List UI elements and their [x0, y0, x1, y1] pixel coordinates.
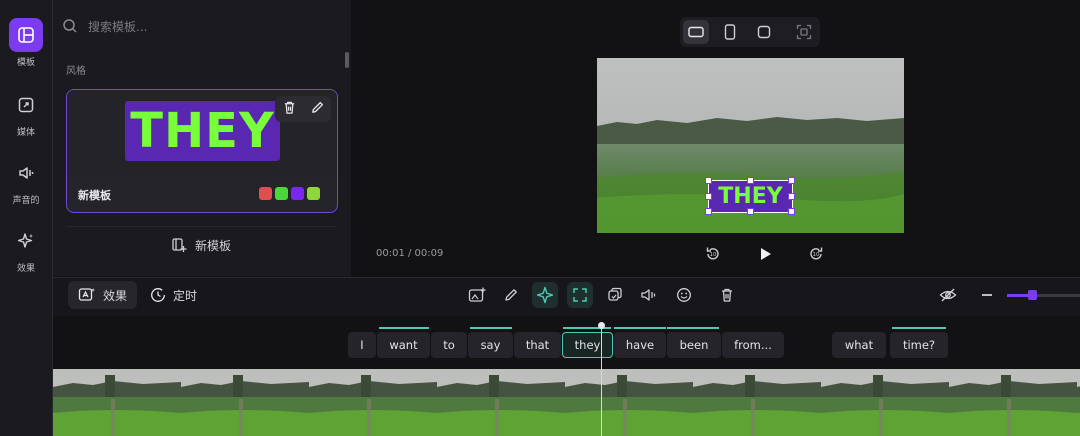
sidebar-item-label: 效果	[16, 264, 35, 274]
sidebar-item-audio[interactable]: 声音的	[0, 156, 52, 206]
tab-effects[interactable]: 效果	[68, 281, 138, 309]
playhead-handle[interactable]	[598, 322, 605, 329]
svg-text:10: 10	[710, 252, 717, 258]
panel-scrollbar[interactable]	[345, 52, 349, 68]
play-icon[interactable]	[753, 242, 777, 266]
tab-label: 定时	[173, 288, 198, 303]
edit-icon[interactable]	[310, 100, 325, 119]
template-preview-text: THEY	[130, 103, 275, 159]
new-template-icon	[172, 238, 187, 252]
word-highlight-line	[614, 327, 666, 329]
resize-handle[interactable]	[747, 177, 754, 184]
new-template-button[interactable]: 新模板	[66, 226, 336, 263]
delete-icon[interactable]	[282, 100, 297, 119]
word-chip[interactable]: have	[614, 332, 666, 358]
sidebar-item-label: 媒体	[16, 128, 35, 138]
video-filmstrip[interactable]	[53, 369, 1080, 436]
delete-icon[interactable]	[714, 282, 740, 308]
voice-icon[interactable]	[636, 282, 662, 308]
square-icon[interactable]	[751, 20, 777, 44]
template-preview: THEY	[67, 90, 337, 176]
resize-handle[interactable]	[747, 208, 754, 215]
word-chip[interactable]: been	[667, 332, 721, 358]
word-chip-selected[interactable]: they	[562, 332, 613, 358]
swatch-green	[275, 187, 288, 200]
left-sidebar: 模板 媒体 声音的 效果	[0, 0, 53, 436]
text-overlay[interactable]: THEY	[705, 177, 795, 215]
playhead[interactable]	[601, 322, 602, 436]
word-chip[interactable]: time?	[890, 332, 948, 358]
resize-handle[interactable]	[705, 193, 712, 200]
search-input[interactable]: 搜索模板...	[62, 12, 332, 40]
fit-icon[interactable]	[791, 20, 817, 44]
tab-label: 效果	[103, 288, 128, 303]
word-chip[interactable]: say	[468, 332, 513, 358]
resize-handle[interactable]	[788, 193, 795, 200]
word-highlight-line	[892, 327, 946, 329]
forward-10-icon[interactable]: 10	[804, 242, 828, 266]
rewind-10-icon[interactable]: 10	[701, 242, 725, 266]
overlay-text: THEY	[718, 183, 783, 209]
word-highlight-line	[667, 327, 719, 329]
sidebar-item-media[interactable]: 媒体	[0, 88, 52, 138]
tab-timing[interactable]: 定时	[140, 281, 207, 309]
resize-handle[interactable]	[788, 208, 795, 215]
replace-icon[interactable]	[602, 282, 628, 308]
effects-tab-icon	[78, 288, 95, 301]
word-chip[interactable]: what	[832, 332, 886, 358]
emoji-icon[interactable]	[671, 282, 697, 308]
template-name: 新模板	[78, 189, 111, 202]
clock-icon	[151, 288, 165, 302]
word-chip[interactable]: to	[431, 332, 467, 358]
zoom-out-icon[interactable]	[974, 282, 1000, 308]
sidebar-item-templates[interactable]: 模板	[0, 18, 52, 68]
resize-handle[interactable]	[788, 177, 795, 184]
effects-icon	[9, 224, 43, 258]
portrait-icon[interactable]	[717, 20, 743, 44]
section-title: 风格	[66, 66, 86, 77]
word-chip[interactable]: from...	[722, 332, 784, 358]
search-placeholder: 搜索模板...	[88, 19, 148, 34]
word-highlight-line	[470, 327, 512, 329]
word-chip[interactable]: I	[348, 332, 376, 358]
svg-text:10: 10	[813, 252, 820, 258]
template-preview-box: THEY	[125, 101, 280, 161]
resize-handle[interactable]	[705, 208, 712, 215]
resize-handle[interactable]	[705, 177, 712, 184]
sidebar-item-label: 声音的	[12, 196, 40, 206]
color-swatches	[259, 187, 320, 200]
sidebar-item-label: 模板	[16, 58, 35, 68]
aspect-ratio-selector	[680, 17, 820, 47]
sparkle-icon[interactable]	[532, 282, 558, 308]
time-display: 00:01 / 00:09	[376, 248, 444, 259]
add-media-icon[interactable]	[464, 282, 490, 308]
swatch-purple	[291, 187, 304, 200]
new-template-label: 新模板	[194, 238, 231, 253]
templates-icon	[9, 18, 43, 52]
word-chip[interactable]: want	[377, 332, 430, 358]
zoom-slider-handle[interactable]	[1028, 290, 1037, 300]
audio-icon	[9, 156, 43, 190]
word-chip[interactable]: that	[514, 332, 561, 358]
word-highlight-line	[379, 327, 429, 329]
search-icon	[63, 19, 77, 33]
media-icon	[9, 88, 43, 122]
expand-icon[interactable]	[567, 282, 593, 308]
card-actions	[275, 96, 331, 122]
sidebar-item-effects[interactable]: 效果	[0, 224, 52, 274]
template-card[interactable]: THEY 新模板	[66, 89, 338, 213]
swatch-lime	[307, 187, 320, 200]
swatch-red	[259, 187, 272, 200]
landscape-icon[interactable]	[683, 20, 709, 44]
hide-icon[interactable]	[935, 282, 961, 308]
pencil-icon[interactable]	[498, 282, 524, 308]
